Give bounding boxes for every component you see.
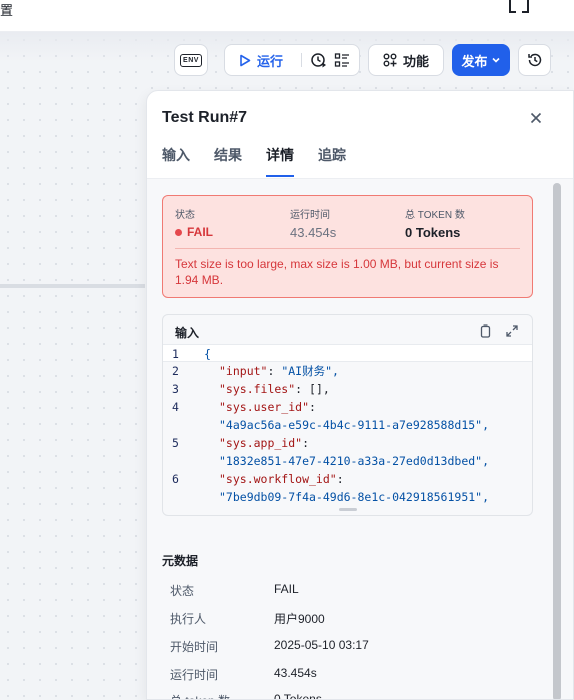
run-button-group: 运行 [224, 44, 360, 76]
code-line: 5 "sys.app_id": [163, 434, 532, 452]
metadata-key: 执行人 [170, 612, 207, 626]
json-value: "7be9db09-7f4a-49d6-8e1c-042918561951", [219, 490, 490, 504]
env-button[interactable]: ENV [174, 44, 208, 76]
publish-button-label: 发布 [461, 53, 488, 69]
play-icon[interactable] [239, 54, 251, 67]
line-number: 4 [172, 400, 179, 414]
publish-button[interactable]: 发布 [452, 44, 510, 76]
close-icon[interactable] [529, 111, 543, 125]
line-number: 5 [172, 436, 179, 450]
code-text: "sys.user_id": [219, 400, 316, 414]
code-line: 2 "input": "AI财务", [163, 362, 532, 380]
metadata-key: 开始时间 [170, 640, 219, 654]
code-line-wrap: "1832e851-47e7-4210-a33a-27ed0d13dbed", [163, 452, 532, 470]
env-icon: ENV [180, 53, 202, 67]
checklist-icon[interactable] [334, 52, 350, 68]
input-block-title: 输入 [175, 326, 200, 340]
json-value: "AI财务", [281, 364, 339, 378]
line-number: 6 [172, 472, 179, 486]
code-line-wrap: "7be9db09-7f4a-49d6-8e1c-042918561951", [163, 488, 532, 506]
json-key: "input" [219, 364, 268, 378]
code-text: "sys.files": [], [219, 382, 330, 396]
metadata-value: 0 Tokens [274, 692, 322, 700]
tokens-stat: 总 TOKEN 数 0 Tokens [405, 206, 465, 240]
metadata-value: 用户9000 [274, 612, 325, 626]
code-line: 1 { [163, 344, 532, 362]
code-text: { [204, 347, 211, 361]
status-fail-text: FAIL [187, 225, 213, 239]
json-key: "sys.workflow_id" [219, 472, 337, 486]
toolbar-separator [301, 53, 303, 67]
json-key: "sys.files" [219, 382, 296, 396]
code-line-wrap: "4a9ac56a-e59c-4b4c-9111-a7e928588d15", [163, 416, 532, 434]
test-run-panel: Test Run#7 输入 结果 详情 追踪 状态 FAIL 运行时间 43.4… [146, 90, 574, 700]
code-text: "input": "AI财务", [219, 364, 339, 378]
history-icon [527, 53, 541, 67]
metadata-row: 运行时间 43.454s [170, 666, 500, 684]
status-card-divider [175, 248, 520, 249]
code-text: "sys.app_id": [219, 436, 310, 450]
panel-tabs: 输入 结果 详情 追踪 [162, 147, 346, 177]
json-key: "sys.user_id" [219, 400, 310, 414]
runtime-label: 运行时间 [290, 210, 330, 221]
metadata-key: 状态 [170, 584, 195, 598]
input-code-block: 输入 1 { 2 "input": "AI财务", 3 "sys.files":… [162, 314, 533, 516]
json-key: "sys.app_id" [219, 436, 303, 450]
function-button-label: 功能 [402, 53, 429, 69]
copy-icon[interactable] [479, 324, 492, 338]
metadata-value: FAIL [274, 582, 299, 596]
metadata-row: 执行人 用户9000 [170, 610, 500, 628]
runtime-value: 43.454s [290, 225, 337, 240]
json-value: [], [309, 382, 330, 396]
metadata-key: 总 token 数 [170, 692, 230, 699]
expand-icon[interactable] [508, 0, 530, 14]
tab-input[interactable]: 输入 [162, 147, 190, 177]
debug-icon[interactable] [310, 51, 328, 69]
json-value: "1832e851-47e7-4210-a33a-27ed0d13dbed", [219, 454, 490, 468]
line-number: 3 [172, 382, 179, 396]
status-value: FAIL [175, 225, 213, 239]
app-title-fragment: 置 [0, 3, 14, 18]
canvas-edge [0, 284, 145, 288]
metadata-row: 开始时间 2025-05-10 03:17 [170, 638, 500, 656]
runtime-stat: 运行时间 43.454s [290, 206, 336, 240]
status-card: 状态 FAIL 运行时间 43.454s 总 TOKEN 数 0 Tokens … [162, 195, 533, 298]
tab-details[interactable]: 详情 [266, 147, 294, 177]
line-number: 2 [172, 364, 179, 378]
function-icon [383, 53, 397, 67]
metadata-key: 运行时间 [170, 668, 219, 682]
status-label: 状态 [175, 210, 195, 221]
scrollbar-thumb[interactable] [553, 183, 561, 699]
tab-trace[interactable]: 追踪 [318, 147, 346, 177]
line-number: 1 [172, 347, 179, 361]
code-line: 6 "sys.workflow_id": [163, 470, 532, 488]
history-button[interactable] [518, 44, 551, 76]
metadata-row: 总 token 数 0 Tokens [170, 692, 500, 700]
metadata-value: 2025-05-10 03:17 [274, 638, 369, 652]
maximize-icon[interactable] [505, 324, 519, 338]
code-line: 4 "sys.user_id": [163, 398, 532, 416]
tab-result[interactable]: 结果 [214, 147, 242, 177]
metadata-title: 元数据 [162, 554, 199, 568]
function-button[interactable]: 功能 [368, 44, 444, 76]
run-button-label[interactable]: 运行 [257, 51, 283, 70]
error-message: Text size is too large, max size is 1.00… [175, 257, 499, 287]
resize-grip[interactable] [339, 508, 357, 511]
top-bar: 置 [0, 0, 574, 32]
status-stat: 状态 FAIL [175, 206, 213, 239]
metadata-row: 状态 FAIL [170, 582, 500, 600]
json-value: "4a9ac56a-e59c-4b4c-9111-a7e928588d15", [219, 418, 490, 432]
chevron-down-icon [491, 57, 500, 63]
code-text: "sys.workflow_id": [219, 472, 344, 486]
tokens-label: 总 TOKEN 数 [405, 210, 465, 221]
fail-status-dot-icon [175, 228, 182, 236]
panel-title: Test Run#7 [162, 109, 248, 126]
code-line: 3 "sys.files": [], [163, 380, 532, 398]
tokens-value: 0 Tokens [405, 225, 461, 240]
metadata-value: 43.454s [274, 666, 317, 680]
